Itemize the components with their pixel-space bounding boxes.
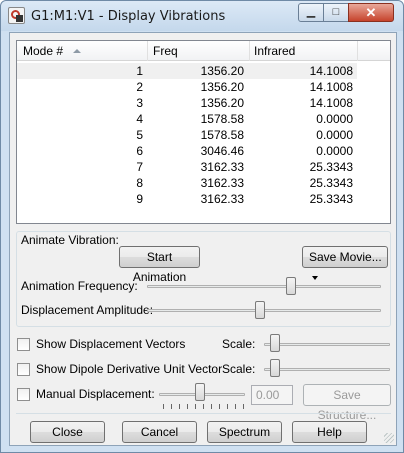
manual-displacement-ticks <box>163 404 244 409</box>
slider-tick <box>187 404 188 409</box>
dipole-scale-slider-thumb[interactable] <box>269 359 280 377</box>
column-divider[interactable] <box>357 41 358 61</box>
freq-cell: 1356.20 <box>200 96 244 110</box>
animate-vibration-group: Animate Vibration: Start Animation Save … <box>16 231 391 327</box>
animation-frequency-label: Animation Frequency: <box>21 279 138 293</box>
animation-frequency-slider-thumb[interactable] <box>285 277 296 295</box>
show-displacement-vectors-checkbox[interactable] <box>17 338 30 351</box>
spectrum-button[interactable]: Spectrum <box>207 421 282 443</box>
slider-tick <box>171 404 172 409</box>
close-button[interactable]: Close <box>30 421 105 443</box>
help-button[interactable]: Help <box>292 421 367 443</box>
title-bar[interactable]: G1:M1:V1 - Display Vibrations ▁ □ ✕ <box>1 1 403 31</box>
column-header-freq[interactable]: Freq <box>153 44 178 58</box>
mode-cell: 2 <box>136 80 143 94</box>
column-header-infrared[interactable]: Infrared <box>254 44 295 58</box>
resize-grip-icon[interactable] <box>384 433 394 443</box>
window-title: G1:M1:V1 - Display Vibrations <box>31 9 226 24</box>
dipole-scale-track[interactable] <box>264 368 390 371</box>
table-row[interactable]: 6 3046.46 0.0000 <box>17 143 390 159</box>
slider-tick <box>203 404 204 409</box>
table-row[interactable]: 5 1578.58 0.0000 <box>17 127 390 143</box>
slider-tick <box>243 404 244 409</box>
mode-cell: 7 <box>136 160 143 174</box>
table-row[interactable]: 3 1356.20 14.1008 <box>17 95 390 111</box>
slider-tick <box>219 404 220 409</box>
displacement-scale-track[interactable] <box>264 343 390 346</box>
table-row[interactable]: 2 1356.20 14.1008 <box>17 79 390 95</box>
table-row[interactable]: 8 3162.33 25.3343 <box>17 175 390 191</box>
slider-tick <box>211 404 212 409</box>
freq-cell: 1578.58 <box>200 112 244 126</box>
maximize-button[interactable]: □ <box>323 3 349 22</box>
show-displacement-vectors-label: Show Displacement Vectors <box>36 337 186 351</box>
close-window-button[interactable]: ✕ <box>348 3 394 22</box>
freq-cell: 3046.46 <box>200 144 244 158</box>
table-row[interactable]: 4 1578.58 0.0000 <box>17 111 390 127</box>
freq-cell: 3162.33 <box>200 160 244 174</box>
freq-cell: 1578.58 <box>200 128 244 142</box>
dialog-body: Mode # Freq Infrared 1 1356.20 14.1008 2 135… <box>9 32 397 446</box>
manual-displacement-slider-thumb[interactable] <box>194 383 205 401</box>
displacement-scale-slider-thumb[interactable] <box>269 334 280 352</box>
table-row[interactable]: 1 1356.20 14.1008 <box>17 63 390 79</box>
mode-cell: 5 <box>136 128 143 142</box>
displacement-amplitude-slider-thumb[interactable] <box>254 301 265 319</box>
infrared-cell: 25.3343 <box>309 192 353 206</box>
dropdown-caret-icon <box>312 275 318 280</box>
column-divider[interactable] <box>147 41 148 61</box>
table-row[interactable]: 7 3162.33 25.3343 <box>17 159 390 175</box>
slider-tick <box>195 404 196 409</box>
mode-cell: 4 <box>136 112 143 126</box>
save-structure-button[interactable]: Save Structure... <box>303 384 391 422</box>
infrared-cell: 0.0000 <box>316 112 353 126</box>
slider-tick <box>227 404 228 409</box>
mode-cell: 9 <box>136 192 143 206</box>
freq-cell: 1356.20 <box>147 63 249 79</box>
slider-tick <box>235 404 236 409</box>
infrared-cell: 0.0000 <box>316 128 353 142</box>
slider-tick <box>163 404 164 409</box>
infrared-cell: 14.1008 <box>309 80 353 94</box>
save-movie-button[interactable]: Save Movie... <box>302 246 388 280</box>
mode-cell: 1 <box>17 63 147 79</box>
app-icon <box>8 7 25 24</box>
list-rows: 1 1356.20 14.1008 2 1356.20 14.1008 3 1356.20 14… <box>17 63 390 207</box>
mode-cell: 6 <box>136 144 143 158</box>
infrared-cell: 14.1008 <box>309 96 353 110</box>
column-header-mode[interactable]: Mode # <box>23 44 63 58</box>
scale-label: Scale: <box>222 337 256 351</box>
manual-displacement-value[interactable]: 0.00 <box>251 385 293 405</box>
display-vibrations-window: G1:M1:V1 - Display Vibrations ▁ □ ✕ Mode… <box>0 0 404 453</box>
animate-vibration-label: Animate Vibration: <box>21 233 119 247</box>
infrared-cell: 25.3343 <box>309 176 353 190</box>
scale-label: Scale: <box>222 362 256 376</box>
displacement-amplitude-label: Displacement Amplitude: <box>21 303 154 317</box>
cancel-button[interactable]: Cancel <box>122 421 197 443</box>
show-dipole-vector-checkbox[interactable] <box>17 363 30 376</box>
manual-displacement-checkbox[interactable] <box>17 388 30 401</box>
freq-cell: 3162.33 <box>200 192 244 206</box>
start-animation-button[interactable]: Start Animation <box>119 246 200 284</box>
vibration-mode-list[interactable]: Mode # Freq Infrared 1 1356.20 14.1008 2 135… <box>16 40 391 224</box>
show-dipole-vector-label: Show Dipole Derivative Unit Vector <box>36 362 223 376</box>
freq-cell: 1356.20 <box>200 80 244 94</box>
infrared-cell: 14.1008 <box>249 63 357 79</box>
column-divider[interactable] <box>249 41 250 61</box>
slider-tick <box>179 404 180 409</box>
bottom-button-group: Close Cancel Spectrum Help <box>16 413 391 443</box>
minimize-button[interactable]: ▁ <box>298 3 324 22</box>
freq-cell: 3162.33 <box>200 176 244 190</box>
infrared-cell: 25.3343 <box>309 160 353 174</box>
sort-up-icon <box>73 49 81 53</box>
table-row[interactable]: 9 3162.33 25.3343 <box>17 191 390 207</box>
manual-displacement-label: Manual Displacement: <box>36 387 155 401</box>
list-header: Mode # Freq Infrared <box>17 41 390 61</box>
mode-cell: 8 <box>136 176 143 190</box>
animation-frequency-track[interactable] <box>147 285 381 288</box>
mode-cell: 3 <box>136 96 143 110</box>
save-movie-label: Save Movie... <box>309 250 382 264</box>
infrared-cell: 0.0000 <box>316 144 353 158</box>
